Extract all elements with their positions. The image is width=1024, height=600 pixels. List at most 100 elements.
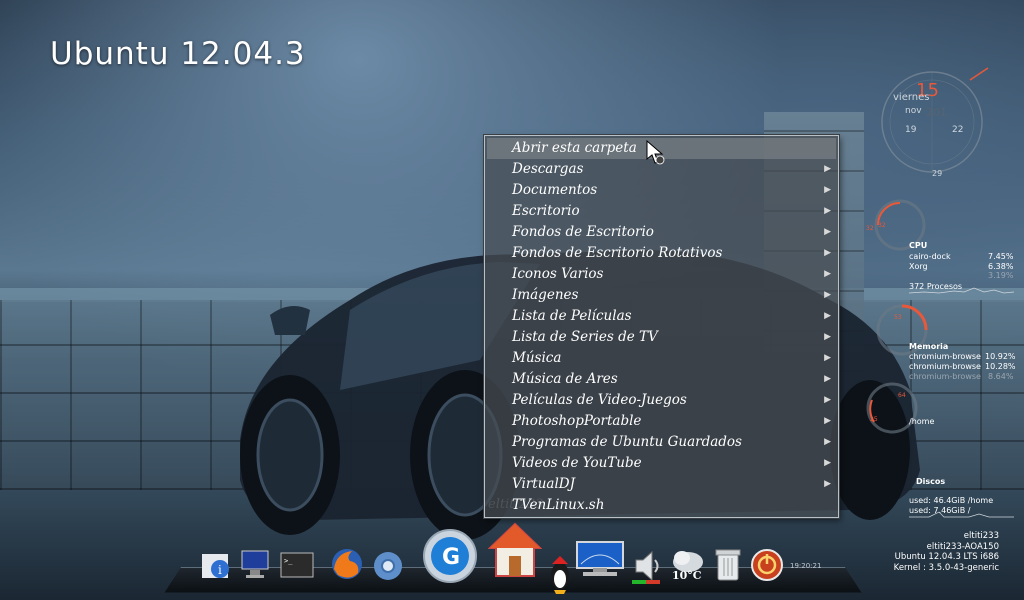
clock-month: nov (905, 106, 922, 116)
menu-item-label: Iconos Varios (512, 266, 604, 282)
memory-gauge-a: 64 (898, 392, 906, 399)
svg-text:i: i (218, 563, 222, 577)
mouse-cursor-icon (646, 140, 665, 165)
submenu-arrow-icon: ▶ (824, 227, 831, 237)
menu-item-label: Música de Ares (512, 371, 618, 387)
desktop-title: Ubuntu 12.04.3 (50, 36, 306, 72)
cpu-graph (909, 287, 1014, 294)
submenu-arrow-icon: ▶ (824, 395, 831, 405)
memory-header: Memoria (909, 342, 949, 351)
home-folder-icon[interactable] (487, 520, 543, 584)
menu-item[interactable]: Lista de Series de TV ▶ (485, 327, 838, 348)
menu-item-label: Fondos de Escritorio Rotativos (512, 245, 723, 261)
memory-mount: /home (909, 417, 935, 426)
submenu-arrow-icon: ▶ (824, 206, 831, 216)
clock-n22: 22 (952, 125, 964, 135)
submenu-arrow-icon: ▶ (824, 374, 831, 384)
submenu-arrow-icon: ▶ (824, 353, 831, 363)
submenu-arrow-icon: ▶ (824, 479, 831, 489)
memory-row-1-value: 10.92% (985, 352, 1016, 361)
folder-context-menu: Abrir esta carpeta Descargas ▶ Documentos ▶ E… (484, 135, 839, 518)
menu-item[interactable]: Música ▶ (485, 348, 838, 369)
menu-item[interactable]: Iconos Varios ▶ (485, 264, 838, 285)
submenu-arrow-icon: ▶ (824, 269, 831, 279)
menu-item-label: Fondos de Escritorio (512, 224, 654, 240)
clock-n19: 19 (905, 125, 917, 135)
chromium-icon[interactable] (372, 550, 404, 586)
menu-item[interactable]: Fondos de Escritorio Rotativos ▶ (485, 243, 838, 264)
cpu-header: CPU (909, 241, 928, 250)
menu-item-label: Videos de YouTube (512, 455, 642, 471)
menu-item[interactable]: Documentos ▶ (485, 180, 838, 201)
submenu-arrow-icon: ▶ (824, 185, 831, 195)
firefox-icon[interactable] (330, 547, 364, 585)
memory-gauge-icon (876, 304, 928, 356)
system-os: Ubuntu 12.04.3 LTS i686 (894, 552, 999, 562)
memory-row-1-name: chromium-browse (909, 352, 981, 361)
memory-row-3-value: 8.64% (988, 372, 1014, 381)
menu-item-label: Documentos (512, 182, 598, 198)
trash-icon[interactable] (714, 548, 742, 586)
memory-row-2-name: chromium-browse (909, 362, 981, 371)
info-icon[interactable]: i (200, 550, 232, 584)
menu-item[interactable]: Programas de Ubuntu Guardados ▶ (485, 432, 838, 453)
terminal-icon[interactable]: >_ (280, 552, 314, 582)
menu-item[interactable]: VirtualDJ ▶ (485, 474, 838, 495)
menu-item-label: PhotoshopPortable (512, 413, 642, 429)
disk-graph (909, 511, 1014, 518)
clock-n29: 29 (932, 169, 943, 178)
menu-item-label: Descargas (512, 161, 584, 177)
cpu-row-2-name: Xorg (909, 262, 928, 271)
svg-text:>_: >_ (284, 557, 293, 565)
menu-item[interactable]: Videos de YouTube ▶ (485, 453, 838, 474)
launcher-icon[interactable]: G (422, 528, 478, 588)
menu-item[interactable]: Lista de Películas ▶ (485, 306, 838, 327)
submenu-arrow-icon: ▶ (824, 332, 831, 342)
menu-item-label: Escritorio (512, 203, 580, 219)
cpu-row-2-value: 6.38% (988, 262, 1014, 271)
menu-item-label: Música (512, 350, 562, 366)
submenu-arrow-icon: ▶ (824, 164, 831, 174)
menu-item-label: VirtualDJ (512, 476, 576, 492)
menu-item-label: Lista de Series de TV (512, 329, 658, 345)
system-host: eltiti233-AOA150 (926, 541, 999, 552)
submenu-arrow-icon: ▶ (824, 416, 831, 426)
menu-item-label: TVenLinux.sh (512, 497, 605, 513)
display-settings-icon[interactable] (575, 540, 625, 582)
cpu-row-3-value: 3.19% (988, 271, 1014, 280)
menu-item[interactable]: Escritorio ▶ (485, 201, 838, 222)
cpu-gauge-a: 32 (866, 225, 874, 232)
menu-item[interactable]: Música de Ares ▶ (485, 369, 838, 390)
clock-weekday: viernes (893, 92, 930, 103)
menu-item[interactable]: Fondos de Escritorio ▶ (485, 222, 838, 243)
tux-icon[interactable] (548, 556, 572, 600)
cpu-gauge-c: 53 (894, 314, 902, 321)
cpu-gauge-b: 32 (878, 222, 886, 229)
menu-item-label: Lista de Películas (512, 308, 632, 324)
menu-item[interactable]: Películas de Video-Juegos ▶ (485, 390, 838, 411)
volume-icon[interactable] (632, 550, 662, 588)
menu-item[interactable]: TVenLinux.sh (485, 495, 838, 516)
disks-header: Discos (916, 477, 946, 486)
cpu-row-1-value: 7.45% (988, 252, 1014, 261)
clock-year: 201 (926, 106, 947, 119)
cpu-row-1-name: cairo-dock (909, 252, 951, 261)
disk-gauge-icon (866, 382, 918, 434)
monitor-icon[interactable] (240, 548, 272, 584)
menu-item-label: Abrir esta carpeta (512, 140, 637, 156)
dock-clock: 19:20:21 (790, 562, 822, 570)
submenu-arrow-icon: ▶ (824, 311, 831, 321)
disks-line-1: used: 46.4GiB /home (909, 496, 994, 505)
system-user: eltiti233 (963, 531, 999, 541)
submenu-arrow-icon: ▶ (824, 458, 831, 468)
shutdown-icon[interactable] (750, 548, 784, 586)
svg-text:G: G (442, 545, 460, 570)
weather-temp: 10°C (672, 569, 702, 582)
memory-row-2-value: 10.28% (985, 362, 1016, 371)
menu-item-label: Imágenes (512, 287, 579, 303)
menu-item[interactable]: PhotoshopPortable ▶ (485, 411, 838, 432)
submenu-arrow-icon: ▶ (824, 437, 831, 447)
submenu-arrow-icon: ▶ (824, 290, 831, 300)
menu-item[interactable]: Imágenes ▶ (485, 285, 838, 306)
memory-gauge-b: 25 (870, 416, 878, 423)
